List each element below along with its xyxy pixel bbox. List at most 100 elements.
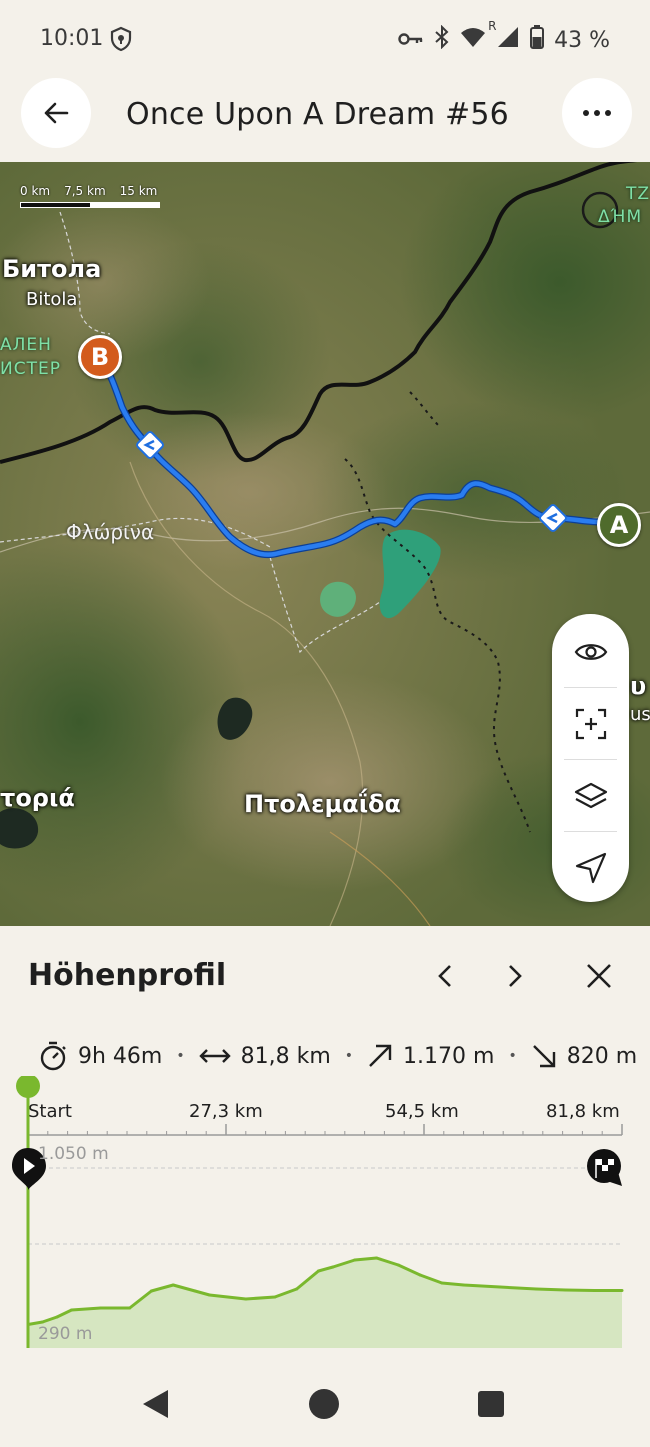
visibility-button[interactable]: [552, 616, 629, 688]
arrow-left-icon: [44, 102, 69, 124]
map-view[interactable]: 0 km 7,5 km 15 km Битола Bitola АЛЕН ИСТ…: [0, 162, 650, 926]
profile-point: [316, 1269, 320, 1273]
profile-point: [396, 1263, 400, 1267]
ascent-value: 1.170 m: [403, 1043, 495, 1069]
finish-flag-icon: [587, 1149, 622, 1186]
profile-point: [331, 1265, 335, 1269]
route-start-marker[interactable]: A: [597, 503, 641, 547]
more-horizontal-icon: [583, 110, 611, 116]
separator-dot: •: [344, 1048, 354, 1064]
profile-point: [534, 1287, 538, 1291]
nav-home-button[interactable]: [309, 1389, 339, 1419]
map-label-region-left-2: ИСТЕР: [0, 359, 61, 379]
back-button[interactable]: [21, 78, 91, 148]
profile-graph: [12, 1076, 624, 1348]
profile-area-fill: [28, 1258, 622, 1348]
close-button[interactable]: [579, 956, 619, 996]
zoom-fit-icon: [575, 708, 606, 740]
system-navigation-bar: [0, 1356, 650, 1447]
bluetooth-icon: [434, 24, 450, 55]
key-icon: [398, 28, 424, 53]
status-bar: 10:01 R 43 %: [0, 0, 650, 75]
map-label-right-edge-2: us: [630, 704, 650, 725]
profile-point: [193, 1289, 197, 1293]
wifi-icon: [460, 26, 486, 54]
zoom-fit-button[interactable]: [552, 688, 629, 760]
close-icon: [587, 964, 611, 988]
profile-point: [353, 1258, 357, 1262]
duration-stat: 9h 46m: [38, 1041, 162, 1071]
map-label-region-right-2: ΔΉΜ: [598, 207, 643, 227]
map-label-region-right-1: TZ: [626, 184, 650, 204]
eye-icon: [574, 644, 607, 660]
profile-point: [418, 1273, 422, 1277]
map-scale-bar: 0 km 7,5 km 15 km: [20, 184, 160, 214]
profile-point: [55, 1315, 59, 1319]
route-stats: 9h 46m • 81,8 km • 1.170 m • 820 m: [38, 1038, 650, 1074]
next-button[interactable]: [495, 956, 535, 996]
duration-value: 9h 46m: [78, 1043, 163, 1069]
profile-point: [295, 1287, 299, 1291]
scale-bar-graphic: [20, 202, 160, 208]
scale-label-0: 0 km: [20, 184, 51, 198]
profile-point: [70, 1308, 74, 1312]
chevron-right-icon: [509, 965, 522, 987]
profile-point: [244, 1297, 248, 1301]
separator-dot: •: [176, 1048, 185, 1064]
route-end-marker[interactable]: B: [78, 335, 122, 379]
map-label-ptolemaida: Πτολεμαΐδα: [244, 790, 401, 818]
ascent-stat: 1.170 m: [367, 1043, 494, 1069]
y-label-max: 1.050 m: [38, 1144, 109, 1164]
status-icons: R 43 %: [398, 19, 610, 55]
profile-point: [149, 1289, 153, 1293]
distance-value: 81,8 km: [240, 1043, 331, 1069]
elevation-panel: Höhenprofil 9h 46m • 81,8 km • 1.170 m •…: [0, 926, 650, 1356]
scale-label-2: 15 km: [119, 184, 158, 198]
arrow-up-right-icon: [369, 1044, 392, 1067]
profile-point: [99, 1306, 103, 1310]
arrow-down-right-icon: [532, 1045, 555, 1068]
separator-dot: •: [508, 1048, 517, 1064]
panel-title: Höhenprofil: [28, 958, 227, 993]
distance-stat: 81,8 km: [198, 1043, 331, 1069]
elevation-profile-chart[interactable]: Start 27,3 km 54,5 km 81,8 km 1.050 m 29…: [0, 1076, 650, 1356]
chevron-left-icon: [438, 965, 451, 987]
map-label-bitola-cyrillic: Битола: [2, 255, 102, 283]
map-label-region-left-1: АЛЕН: [0, 335, 52, 355]
shield-icon: [108, 26, 134, 56]
nav-back-button[interactable]: [140, 1388, 176, 1424]
signal-icon: R: [488, 19, 520, 55]
profile-point: [462, 1283, 466, 1287]
map-label-kastoria: τοριά: [0, 784, 75, 812]
profile-point: [498, 1285, 502, 1289]
map-label-florina: Φλώρινα: [66, 520, 155, 544]
scale-label-1: 7,5 km: [64, 184, 106, 198]
roaming-indicator: R: [488, 19, 497, 33]
triangle-back-icon: [143, 1390, 168, 1418]
profile-point: [375, 1256, 379, 1260]
descent-value: 820 m: [566, 1043, 638, 1069]
layers-button[interactable]: [552, 760, 629, 832]
more-options-button[interactable]: [562, 78, 632, 148]
battery-icon: [530, 25, 545, 55]
profile-point: [592, 1289, 596, 1292]
previous-button[interactable]: [425, 956, 465, 996]
battery-percent: 43 %: [554, 27, 610, 53]
profile-point: [563, 1288, 567, 1292]
distance-arrows-icon: [198, 1049, 231, 1063]
map-controls: [552, 614, 629, 902]
profile-point: [208, 1293, 212, 1297]
profile-point: [273, 1295, 277, 1299]
app-bar: Once Upon A Dream #56: [0, 75, 650, 162]
profile-point: [620, 1289, 624, 1292]
layers-icon: [574, 782, 607, 809]
nav-recents-button[interactable]: [478, 1391, 504, 1417]
stopwatch-icon: [40, 1041, 66, 1071]
map-label-right-edge-1: υ: [630, 672, 647, 700]
profile-point: [128, 1306, 132, 1310]
navigate-icon: [575, 852, 606, 884]
navigate-button[interactable]: [552, 832, 629, 904]
descent-stat: 820 m: [531, 1043, 637, 1069]
y-label-min: 290 m: [38, 1324, 93, 1344]
status-time: 10:01: [40, 26, 104, 51]
